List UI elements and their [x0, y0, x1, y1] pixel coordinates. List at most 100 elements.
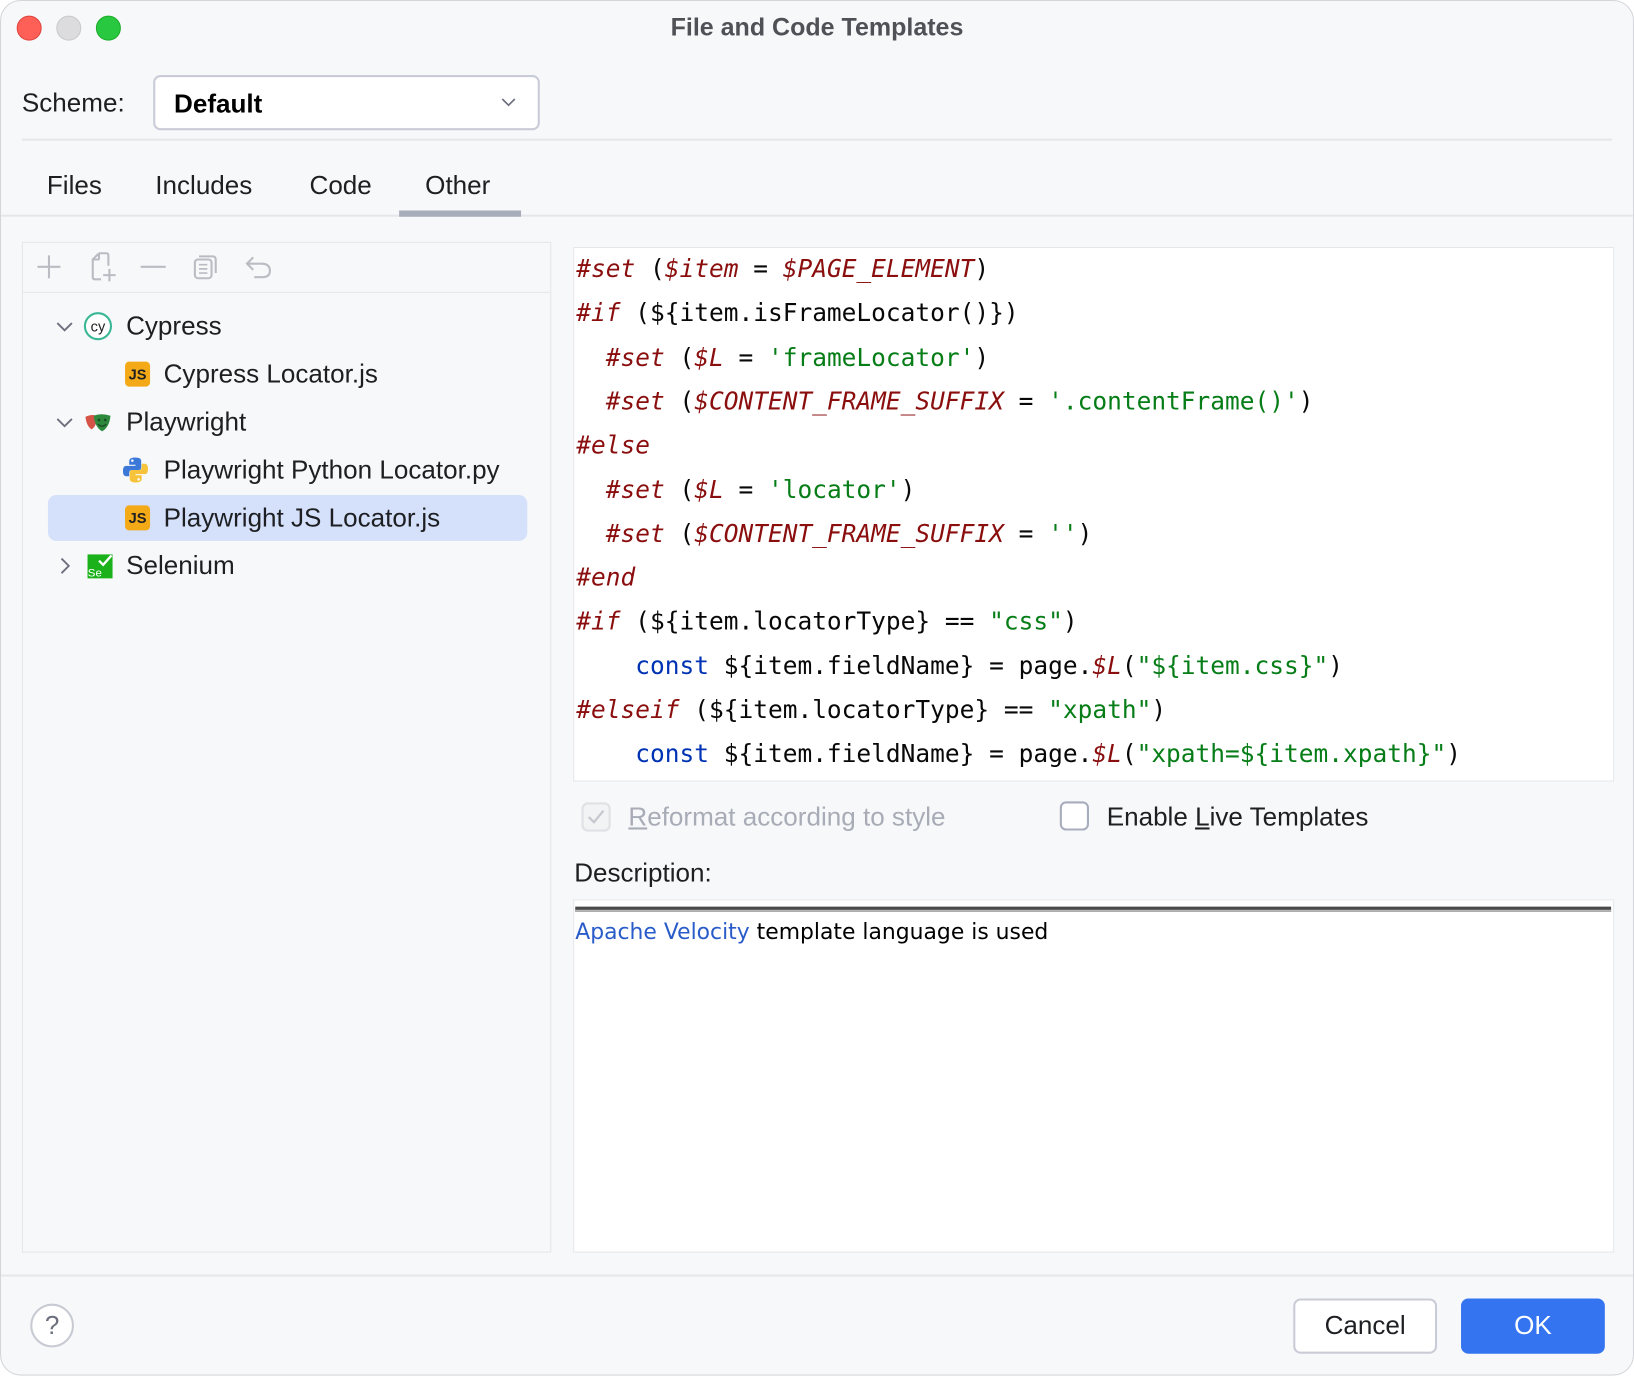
ok-button[interactable]: OK: [1461, 1298, 1605, 1354]
tree-group-playwright[interactable]: Playwright: [48, 399, 527, 445]
chevron-down-icon[interactable]: [53, 315, 76, 338]
code-token-var: $L: [694, 474, 724, 504]
tree-item-cypress-locator[interactable]: JS Cypress Locator.js: [48, 351, 527, 397]
tree-item-playwright-python-locator[interactable]: Playwright Python Locator.py: [48, 447, 527, 493]
code-token-kw: #if: [576, 298, 621, 328]
add-child-icon: [91, 252, 116, 282]
code-token-plain: (: [635, 254, 665, 284]
scheme-dropdown[interactable]: Default: [153, 75, 540, 131]
playwright-icon: [85, 414, 111, 432]
apache-velocity-link[interactable]: Apache Velocity: [575, 919, 749, 944]
description-divider: [575, 906, 1612, 912]
code-token-plain: (: [1121, 739, 1137, 769]
code-token-plain: (: [1121, 650, 1137, 681]
reformat-label: Reformat according to style: [628, 802, 946, 832]
description-label: Description:: [574, 858, 712, 888]
reset-template-button[interactable]: [243, 251, 274, 282]
tabs-divider: [1, 214, 1633, 217]
code-token-str: 'locator': [767, 474, 901, 504]
copy-icon: [193, 255, 217, 280]
remove-template-button[interactable]: [138, 251, 169, 282]
code-token-str: '': [1048, 518, 1078, 548]
template-code-editor[interactable]: #set ($item = $PAGE_ELEMENT) #if (${item.…: [573, 246, 1615, 782]
code-token-var: $L: [694, 342, 724, 372]
code-token-kw: #elseif: [576, 695, 680, 725]
remove-icon: [140, 265, 166, 268]
tab-other[interactable]: Other: [425, 171, 490, 201]
description-text: Apache Velocity template language is use…: [575, 919, 1049, 945]
chevron-right-icon[interactable]: [53, 554, 76, 577]
code-token-str: 'frameLocator': [767, 342, 975, 372]
code-token-js: const: [635, 739, 709, 769]
template-tree-panel: cy Cypress JS Cypress Locator.js Playwri…: [21, 241, 552, 1253]
chevron-down-icon[interactable]: [53, 411, 76, 434]
tab-code[interactable]: Code: [310, 171, 372, 201]
code-token-plain: (${item.locatorType} ==: [679, 695, 1049, 725]
code-token-plain: ): [1077, 518, 1093, 548]
code-token-plain: ${item.fieldName} = page.: [708, 650, 1093, 681]
code-token-str: "${item.css}": [1136, 650, 1329, 681]
code-line: #set ($item = $PAGE_ELEMENT): [576, 254, 989, 283]
reset-icon: [245, 256, 271, 279]
code-token-plain: (: [664, 386, 695, 416]
help-button[interactable]: ?: [30, 1303, 74, 1348]
code-token-plain: ): [974, 254, 990, 284]
code-token-kw: #set: [605, 386, 665, 416]
code-line: const ${item.fieldName} = page.$L("${ite…: [576, 651, 1343, 680]
cancel-button[interactable]: Cancel: [1293, 1298, 1438, 1354]
tree-item-playwright-js-locator[interactable]: JS Playwright JS Locator.js: [47, 494, 528, 541]
code-token-plain: ): [1298, 386, 1314, 416]
tab-includes[interactable]: Includes: [155, 171, 252, 201]
reformat-checkbox[interactable]: [581, 802, 611, 832]
code-line: #end: [576, 563, 635, 592]
enable-live-templates-label: Enable Live Templates: [1106, 802, 1369, 832]
code-token-kw: #set: [605, 342, 665, 372]
tree-toolbar: [22, 243, 551, 293]
js-file-icon: JS: [123, 360, 152, 389]
code-token-var: $CONTENT_FRAME_SUFFIX: [694, 386, 1004, 416]
enable-live-templates-checkbox[interactable]: [1059, 801, 1089, 831]
separator: [21, 138, 1613, 141]
code-token-str: "xpath=${item.xpath}": [1136, 739, 1447, 769]
code-token-kw: #set: [605, 474, 665, 504]
code-token-plain: (: [664, 474, 695, 504]
code-token-plain: ): [1446, 739, 1461, 769]
code-token-var: $L: [1092, 739, 1122, 769]
code-token-kw: #end: [576, 562, 636, 593]
code-line: #set ($L = 'locator'): [576, 474, 916, 504]
tree-label: Selenium: [126, 551, 235, 581]
python-file-icon: [122, 457, 148, 483]
code-token-plain: =: [723, 474, 768, 504]
code-line: #elseif (${item.locatorType} == "xpath"): [576, 695, 1166, 724]
code-token-str: "xpath": [1048, 695, 1152, 725]
add-child-template-button[interactable]: [88, 251, 119, 282]
add-icon: [37, 255, 61, 279]
scheme-label: Scheme:: [21, 88, 125, 118]
copy-template-button[interactable]: [190, 251, 221, 282]
code-token-kw: #set: [576, 254, 636, 284]
code-token-plain: (: [664, 342, 695, 372]
code-token-plain: ): [900, 474, 916, 504]
code-token-plain: ): [1151, 695, 1167, 725]
code-token-var: $PAGE_ELEMENT: [782, 254, 975, 284]
code-token-plain: ): [1062, 606, 1078, 637]
add-template-button[interactable]: [33, 251, 64, 282]
code-token-kw: #else: [576, 430, 651, 460]
tab-files[interactable]: Files: [47, 171, 102, 201]
code-token-plain: =: [1003, 386, 1049, 416]
code-token-str: "css": [989, 606, 1063, 637]
svg-text:cy: cy: [91, 319, 106, 335]
code-token-plain: =: [738, 254, 783, 284]
code-token-plain: (${item.isFrameLocator()}): [620, 298, 1019, 328]
tree-group-selenium[interactable]: Se Selenium: [48, 543, 527, 589]
tree-group-cypress[interactable]: cy Cypress: [48, 303, 527, 349]
selenium-icon: Se: [87, 554, 113, 579]
code-token-plain: =: [723, 342, 768, 372]
code-token-kw: #if: [576, 606, 621, 637]
